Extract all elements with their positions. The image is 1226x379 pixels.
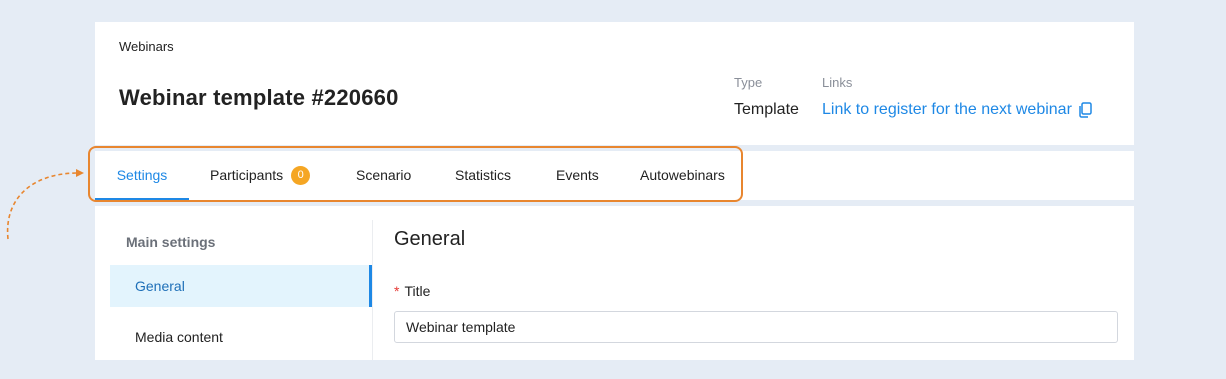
type-value: Template — [734, 101, 799, 118]
tab-participants-label: Participants — [210, 167, 284, 183]
tab-autowebinars-label: Autowebinars — [640, 167, 725, 183]
participants-count-badge: 0 — [291, 165, 311, 185]
section-title: General — [394, 228, 466, 250]
title-input[interactable] — [394, 311, 1118, 343]
annotation-arrow — [6, 169, 84, 240]
tab-scenario-label: Scenario — [356, 167, 412, 183]
tab-autowebinars[interactable]: Autowebinars — [640, 151, 725, 200]
tab-statistics[interactable]: Statistics — [455, 151, 511, 200]
sidebar-heading: Main settings — [126, 234, 216, 250]
breadcrumb[interactable]: Webinars — [119, 39, 174, 54]
title-label-text: Title — [404, 283, 431, 299]
tab-settings[interactable]: Settings — [95, 151, 189, 200]
copy-icon[interactable] — [1078, 102, 1092, 118]
links-meta: Links Link to register for the next webi… — [822, 75, 1092, 119]
type-label: Type — [734, 75, 763, 90]
tab-events-label: Events — [556, 167, 599, 183]
register-link-text[interactable]: Link to register for the next webinar — [822, 101, 1072, 119]
page-title: Webinar template #220660 — [119, 85, 399, 110]
required-mark: * — [394, 283, 400, 299]
title-field-label: * Title — [394, 283, 430, 299]
tab-statistics-label: Statistics — [455, 167, 512, 183]
type-meta: Type Template — [734, 75, 799, 119]
tab-settings-label: Settings — [116, 167, 168, 183]
tab-events[interactable]: Events — [556, 151, 599, 200]
panel-divider — [372, 220, 373, 360]
sidebar-item-label: Media content — [135, 329, 223, 345]
tab-participants[interactable]: Participants 0 — [210, 151, 311, 200]
links-label: Links — [822, 75, 853, 90]
tab-bar: Settings Participants 0 Scenario Statisti… — [95, 151, 1134, 200]
sidebar-item-label: General — [135, 278, 185, 294]
register-link[interactable]: Link to register for the next webinar — [822, 101, 1092, 119]
sidebar-item-general[interactable]: General — [110, 265, 372, 307]
tab-scenario[interactable]: Scenario — [356, 151, 411, 200]
page-header: Webinars Webinar template #220660 Type T… — [95, 22, 1134, 145]
settings-panel: Main settings General Media content Gene… — [95, 206, 1134, 360]
sidebar-item-media-content[interactable]: Media content — [110, 316, 372, 358]
